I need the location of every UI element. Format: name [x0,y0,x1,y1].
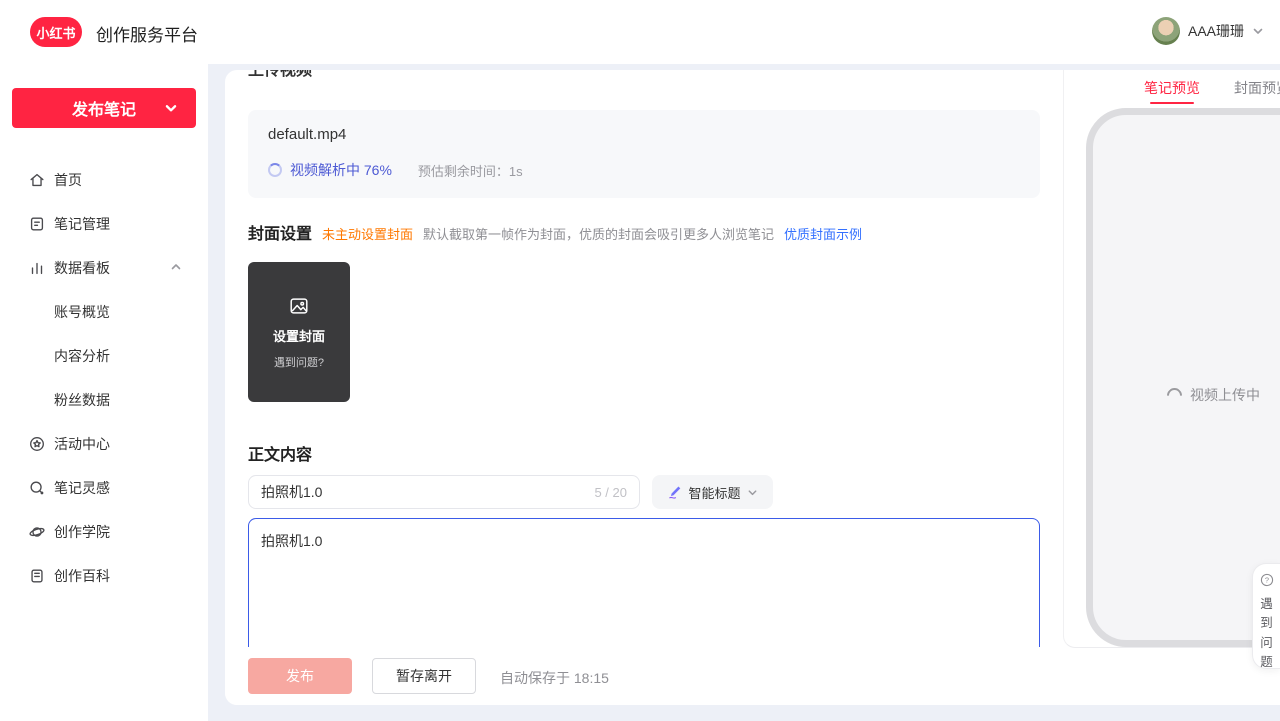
action-bar: 发布 暂存离开 自动保存于 18:15 [225,648,1063,705]
chevron-up-icon [170,261,182,273]
top-header: 小红书 创作服务平台 AAA珊珊 [0,0,1280,64]
preview-panel: 笔记预览 封面预览 视频上传中 [1063,70,1280,648]
phone-preview-frame: 视频上传中 [1086,108,1280,647]
main-panel: 上传视频 default.mp4 视频解析中 76% 预估剩余时间：1s 封面设… [225,70,1280,705]
book-icon [28,567,46,585]
publish-button[interactable]: 发布 [248,658,352,694]
planet-icon [28,523,46,541]
logo-text: 小红书 [36,23,75,42]
help-float-tab[interactable]: ? 遇到问题 [1252,563,1280,669]
upload-file-card: default.mp4 视频解析中 76% 预估剩余时间：1s [248,110,1040,198]
sidebar-item-fans-data[interactable]: 粉丝数据 [0,378,208,422]
sidebar-item-label: 笔记灵感 [54,478,110,498]
sidebar-item-note-manage[interactable]: 笔记管理 [0,202,208,246]
xiaohongshu-logo[interactable]: 小红书 [30,17,82,47]
body-textarea-wrap: 拍照机1.0 [248,518,1040,647]
bar-chart-icon [28,259,46,277]
sidebar: 发布笔记 首页 笔记管理 数据看板 账号概览 内容分析 [0,64,208,721]
upload-progress-row: 视频解析中 76% 预估剩余时间：1s [268,160,523,180]
sidebar-item-label: 首页 [54,170,82,190]
cover-section-heading: 封面设置 [248,220,312,244]
sidebar-item-activity-center[interactable]: 活动中心 [0,422,208,466]
sidebar-item-label: 活动中心 [54,434,110,454]
sidebar-item-home[interactable]: 首页 [0,158,208,202]
set-cover-button[interactable]: 设置封面 遇到问题? [248,262,350,402]
sidebar-item-dashboard[interactable]: 数据看板 [0,246,208,290]
app-root: 小红书 创作服务平台 AAA珊珊 发布笔记 首页 笔记管理 数据看板 [0,0,1280,721]
body-textarea[interactable]: 拍照机1.0 [249,519,1039,647]
note-icon [28,215,46,233]
cover-example-link[interactable]: 优质封面示例 [784,224,862,243]
cover-hint: 默认截取第一帧作为封面，优质的封面会吸引更多人浏览笔记 [423,224,774,243]
star-circle-icon [28,435,46,453]
autosave-status: 自动保存于 18:15 [500,668,609,688]
sidebar-item-content-analysis[interactable]: 内容分析 [0,334,208,378]
smart-title-label: 智能标题 [688,483,740,502]
inspiration-icon [28,479,46,497]
video-uploading-status: 视频上传中 [1093,385,1280,405]
title-input-wrap: 5 / 20 [248,475,640,509]
publish-note-label: 发布笔记 [72,96,136,120]
cover-warning: 未主动设置封面 [322,224,413,243]
sidebar-item-note-inspiration[interactable]: 笔记灵感 [0,466,208,510]
sidebar-item-label: 粉丝数据 [54,390,110,410]
sidebar-item-label: 内容分析 [54,346,110,366]
help-float-label: 遇到问题 [1260,595,1274,673]
magic-pen-icon [667,485,682,500]
sidebar-item-account-overview[interactable]: 账号概览 [0,290,208,334]
sidebar-item-label: 笔记管理 [54,214,110,234]
upload-video-heading-clipped: 上传视频 [248,70,312,80]
question-circle-icon: ? [1260,573,1274,592]
set-cover-label: 设置封面 [273,326,325,345]
publish-note-button[interactable]: 发布笔记 [12,88,196,128]
file-name: default.mp4 [268,126,346,143]
content-section-heading: 正文内容 [248,441,312,465]
preview-tabs: 笔记预览 封面预览 [1144,78,1280,104]
cover-help-link[interactable]: 遇到问题? [274,354,324,370]
sidebar-item-label: 创作学院 [54,522,110,542]
svg-text:?: ? [1264,576,1268,585]
tab-note-preview[interactable]: 笔记预览 [1144,78,1200,104]
sidebar-item-label: 创作百科 [54,566,110,586]
chevron-down-icon [164,101,178,115]
image-icon [288,295,310,317]
save-and-leave-button[interactable]: 暂存离开 [372,658,476,694]
chevron-down-icon [747,487,758,498]
title-input[interactable] [261,484,594,500]
tab-cover-preview[interactable]: 封面预览 [1234,78,1280,104]
chevron-down-icon [1252,25,1264,37]
user-menu[interactable]: AAA珊珊 [1152,17,1264,45]
sidebar-item-label: 数据看板 [54,258,110,278]
eta-text: 预估剩余时间：1s [418,161,523,180]
smart-title-button[interactable]: 智能标题 [652,475,773,509]
video-uploading-label: 视频上传中 [1190,385,1260,405]
title-char-count: 5 / 20 [594,485,627,500]
sidebar-menu: 首页 笔记管理 数据看板 账号概览 内容分析 粉丝数据 活动中心 [0,158,208,598]
parse-status: 视频解析中 76% [290,160,392,180]
cover-settings-row: 封面设置 未主动设置封面 默认截取第一帧作为封面，优质的封面会吸引更多人浏览笔记… [248,220,862,244]
page-title: 创作服务平台 [96,21,198,46]
home-icon [28,171,46,189]
progress-spinner-icon [268,163,282,177]
sidebar-item-creator-wiki[interactable]: 创作百科 [0,554,208,598]
sidebar-item-label: 账号概览 [54,302,110,322]
loading-spinner-icon [1164,384,1185,405]
sidebar-item-creator-academy[interactable]: 创作学院 [0,510,208,554]
avatar[interactable] [1152,17,1180,45]
user-name: AAA珊珊 [1188,21,1244,41]
